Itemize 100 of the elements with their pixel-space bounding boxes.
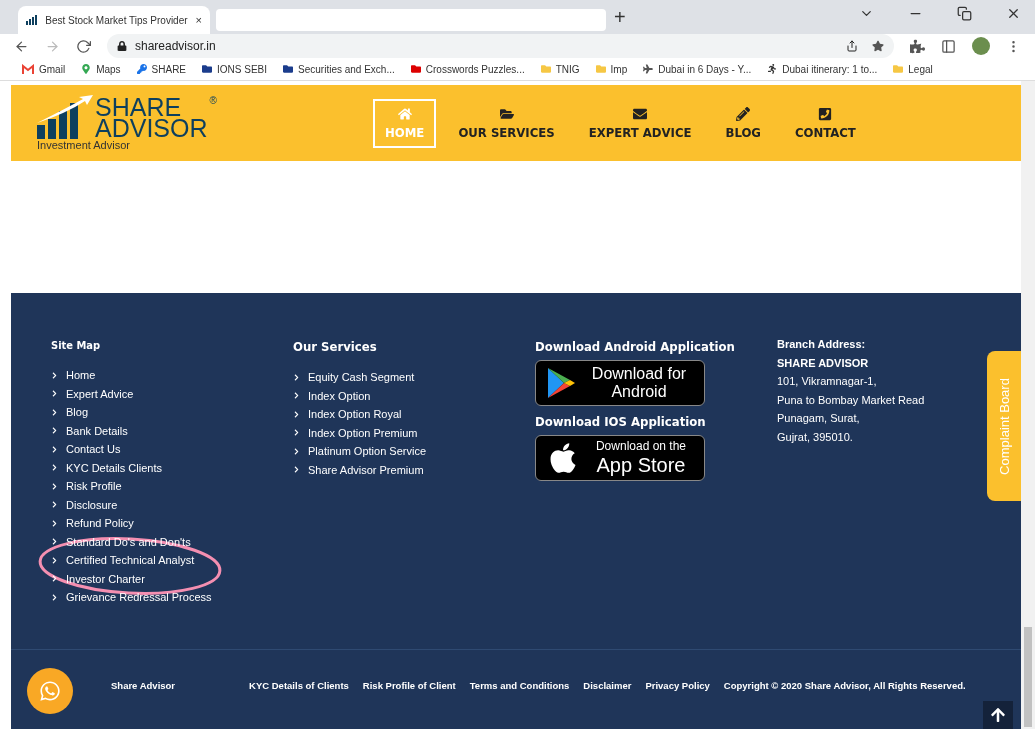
footer-link[interactable]: Platinum Option Service [293, 442, 426, 461]
scroll-top-button[interactable] [983, 701, 1013, 729]
home-icon [397, 106, 412, 121]
chevron-icon [51, 538, 58, 546]
footer-link[interactable]: KYC Details Clients [51, 458, 162, 477]
share-icon[interactable] [846, 40, 858, 52]
footer-link[interactable]: Disclosure [51, 495, 118, 514]
footer-link[interactable]: Expert Advice [51, 384, 134, 403]
chevron-icon [293, 447, 300, 455]
bookmark[interactable]: Maps [81, 63, 121, 75]
reload-icon[interactable] [76, 38, 91, 54]
footer-link[interactable]: Home [51, 366, 96, 385]
restore-icon[interactable] [957, 5, 972, 21]
address-line: Gujrat, 395010. [777, 429, 853, 445]
footer-link[interactable]: Index Option Royal [293, 405, 402, 424]
address-bar[interactable]: shareadvisor.in [107, 34, 894, 58]
footer-link[interactable]: Investor Charter [51, 569, 145, 588]
signal-bars-icon [26, 15, 38, 25]
pencil-icon [736, 106, 751, 121]
bookmark[interactable]: Dubai itinerary: 1 to... [767, 63, 878, 75]
phone-icon [818, 106, 833, 121]
nav-link[interactable]: CONTACT [782, 98, 868, 148]
browser-tab[interactable]: Best Stock Market Tips Provider × [18, 6, 210, 34]
url-text: shareadvisor.in [135, 39, 216, 53]
folder-icon [893, 64, 904, 74]
footer-link[interactable]: Grievance Redressal Process [51, 588, 212, 607]
chart-arrow-icon [37, 95, 93, 139]
bookmark[interactable]: Crosswords Puzzles... [410, 63, 525, 75]
sidebar-icon[interactable] [941, 38, 956, 54]
footer-link[interactable]: Index Option [293, 386, 371, 405]
bookmark[interactable]: Imp [595, 63, 628, 75]
nav-link[interactable]: OUR SERVICES [446, 98, 567, 148]
star-icon[interactable] [872, 40, 884, 52]
key-icon [136, 64, 147, 74]
column-heading: Site Map [51, 339, 102, 352]
scrollbar-thumb[interactable] [1024, 627, 1032, 727]
bookmark[interactable]: SHARE [136, 63, 187, 75]
folder-icon [595, 64, 606, 74]
map-pin-icon [81, 64, 92, 74]
chevron-icon [293, 429, 300, 437]
runner-icon [767, 64, 778, 74]
folder-icon [540, 64, 551, 74]
tab-title: Best Stock Market Tips Provider [45, 14, 188, 26]
arrow-up-icon [990, 707, 1006, 723]
footer-link[interactable]: Bank Details [51, 421, 128, 440]
brand-name: Share Advisor [111, 680, 176, 691]
copyright-text: Copyright © 2020 Share Advisor, All Rights Reserved. [723, 680, 966, 691]
footer-link[interactable]: Contact Us [51, 440, 121, 459]
chevron-icon [293, 373, 300, 381]
bookmark[interactable]: Dubai in 6 Days - Y... [643, 63, 752, 75]
bookmark[interactable]: Securities and Exch... [283, 63, 395, 75]
column-heading: Download IOS Application [535, 414, 707, 429]
footer-link[interactable]: Risk Profile of Client [362, 680, 456, 691]
new-tab-button[interactable]: + [614, 6, 626, 29]
chevron-icon [51, 390, 58, 398]
avatar[interactable] [972, 37, 990, 55]
app-store-button[interactable]: Download on the App Store [535, 435, 705, 481]
registered-mark: ® [209, 95, 217, 106]
chevron-icon [51, 371, 58, 379]
address-line: Puna to Bombay Market Read [777, 392, 925, 408]
extensions-icon[interactable] [910, 38, 925, 54]
tab-close-button[interactable]: × [195, 14, 202, 26]
company-name: SHARE ADVISOR [777, 355, 869, 371]
chevron-icon [51, 427, 58, 435]
bookmark[interactable]: Legal [893, 63, 933, 75]
footer-link[interactable]: KYC Details of Clients [249, 680, 349, 691]
logo-wordmark: SHARE ADVISOR [95, 97, 208, 139]
footer-link[interactable]: Certified Technical Analyst [51, 551, 195, 570]
footer-link[interactable]: Terms and Conditions [469, 680, 570, 691]
bookmark[interactable]: TNIG [540, 63, 580, 75]
bookmark[interactable]: Gmail [22, 63, 66, 75]
envelope-icon [633, 106, 648, 121]
footer-link[interactable]: Refund Policy [51, 514, 134, 533]
footer-link[interactable]: Risk Profile [51, 477, 122, 496]
chevron-icon [51, 445, 58, 453]
footer-link[interactable]: Privacy Policy [645, 680, 710, 691]
chevron-icon [293, 466, 300, 474]
footer-link[interactable]: Index Option Premium [293, 423, 418, 442]
footer-link[interactable]: Blog [51, 403, 89, 422]
logo-tagline: Investment Advisor [37, 139, 131, 151]
nav-link[interactable]: EXPERT ADVICE [576, 98, 704, 148]
bookmark[interactable]: IONS SEBI [202, 63, 268, 75]
chevron-icon [293, 410, 300, 418]
column-heading: Our Services [293, 339, 378, 354]
plane-icon [643, 64, 654, 74]
folder-icon [499, 106, 514, 121]
chevron-icon [51, 556, 58, 564]
play-store-button[interactable]: Download for Android [535, 360, 705, 406]
footer-link[interactable]: Share Advisor Premium [293, 460, 424, 479]
chevron-icon [51, 482, 58, 490]
chevron-icon [51, 408, 58, 416]
chevron-icon [51, 593, 58, 601]
chevron-icon [51, 519, 58, 527]
mail-icon [22, 64, 34, 74]
column-heading: Download Android Application [535, 339, 736, 354]
footer-link[interactable]: Disclaimer [583, 680, 632, 691]
nav-link[interactable]: BLOG [713, 98, 773, 148]
back-icon[interactable] [14, 38, 29, 54]
footer-link[interactable]: Equity Cash Segment [293, 368, 415, 387]
address-heading: Branch Address: [777, 337, 866, 352]
